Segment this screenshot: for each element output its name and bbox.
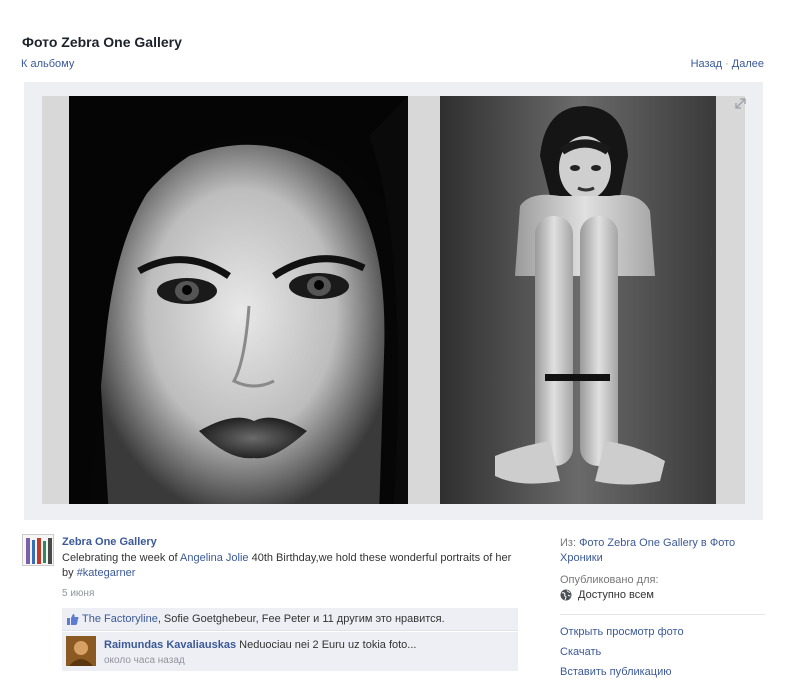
photo-portrait-seated[interactable] <box>440 96 716 504</box>
photo-nav: Назад · Далее <box>691 58 764 70</box>
liker-link[interactable]: The Factoryline <box>82 613 158 625</box>
open-photo-viewer-link[interactable]: Открыть просмотр фото <box>560 626 684 638</box>
nav-separator: · <box>725 58 729 70</box>
likes-rest: , Sofie Goetghebeur, Fee Peter и 11 друг… <box>157 613 445 625</box>
privacy-value: Доступно всем <box>578 589 654 601</box>
sidebar-divider <box>560 614 765 615</box>
comment-line: Raimundas Kavaliauskas Neduociau nei 2 E… <box>104 639 416 651</box>
likes-box: The Factoryline, Sofie Goetghebeur, Fee … <box>62 608 518 631</box>
owner-avatar[interactable] <box>22 534 54 566</box>
from-label: Из: <box>560 537 580 549</box>
next-photo-link[interactable]: Далее <box>732 58 764 70</box>
post-date[interactable]: 5 июня <box>62 588 94 599</box>
comment-text: Neduociau nei 2 Euru uz tokia foto... <box>236 639 417 651</box>
photo-source-info: Из: Фото Zebra One Gallery в Фото Хроник… <box>560 536 765 566</box>
commenter-name-link[interactable]: Raimundas Kavaliauskas <box>104 639 236 651</box>
caption-mention-link[interactable]: Angelina Jolie <box>180 552 249 564</box>
caption-text: Celebrating the week of <box>62 552 181 564</box>
privacy-row[interactable]: Доступно всем <box>560 589 654 601</box>
photo-caption: Celebrating the week of Angelina Jolie 4… <box>62 551 522 581</box>
comment-time[interactable]: около часа назад <box>104 655 185 666</box>
back-to-album-link[interactable]: К альбому <box>21 58 74 70</box>
like-icon[interactable] <box>66 613 79 626</box>
caption-hashtag-link[interactable]: #kategarner <box>77 567 136 579</box>
likes-text: The Factoryline, Sofie Goetghebeur, Fee … <box>82 613 445 625</box>
source-album-link[interactable]: Фото Zebra One Gallery в Фото Хроники <box>560 537 735 564</box>
photo-portrait-face[interactable] <box>69 96 408 504</box>
download-link[interactable]: Скачать <box>560 646 601 658</box>
embed-post-link[interactable]: Вставить публикацию <box>560 666 672 678</box>
comment-item: Raimundas Kavaliauskas Neduociau nei 2 E… <box>62 632 518 671</box>
prev-photo-link[interactable]: Назад <box>691 58 723 70</box>
globe-icon <box>560 589 572 601</box>
commenter-avatar[interactable] <box>66 636 96 666</box>
published-for-label: Опубликовано для: <box>560 574 659 586</box>
page-title: Фото Zebra One Gallery <box>22 34 182 50</box>
owner-name-link[interactable]: Zebra One Gallery <box>62 536 157 548</box>
expand-icon[interactable] <box>734 97 747 110</box>
